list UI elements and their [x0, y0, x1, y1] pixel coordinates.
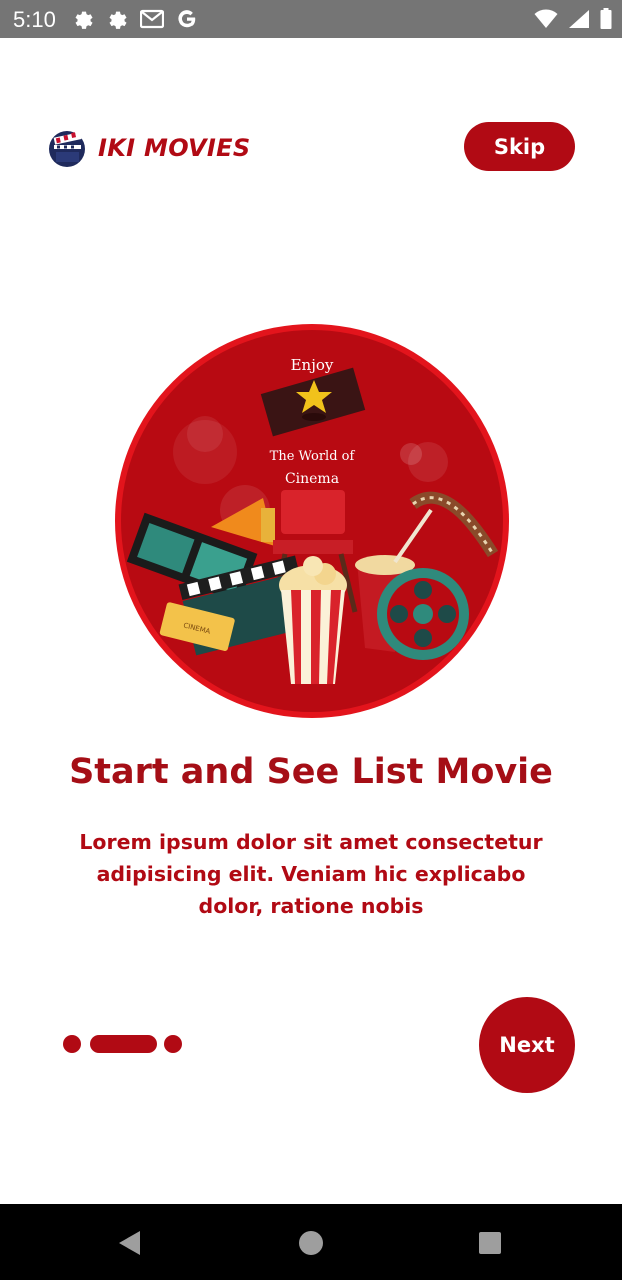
status-time: 5:10 [13, 7, 56, 32]
status-icons-right [534, 8, 612, 29]
clapperboard-icon [49, 131, 85, 167]
onboarding-title: Start and See List Movie [69, 752, 553, 792]
wifi-icon [534, 9, 558, 28]
back-icon[interactable] [118, 1230, 142, 1256]
skip-button[interactable]: Skip [464, 122, 575, 171]
navigation-bar [0, 1204, 622, 1280]
illustration-line3: Cinema [285, 471, 339, 487]
recents-icon[interactable] [478, 1230, 502, 1256]
next-button[interactable]: Next [479, 997, 575, 1093]
cinema-illustration: Enjoy The World of Cinema CINEMA [115, 324, 509, 718]
onboarding-description: Lorem ipsum dolor sit amet consectetur a… [79, 830, 543, 918]
battery-icon [600, 8, 612, 29]
illustration-line2: The World of [270, 449, 356, 464]
status-bar: 5:10 [0, 0, 622, 38]
page-dot-1 [63, 1035, 81, 1053]
app-logo: IKI MOVIES [48, 128, 250, 168]
page-dot-3 [164, 1035, 182, 1053]
gmail-icon [140, 9, 164, 29]
home-icon[interactable] [299, 1230, 323, 1256]
google-icon [178, 10, 196, 28]
app-name: IKI MOVIES [98, 134, 251, 162]
signal-icon [569, 9, 589, 28]
illustration-line1: Enjoy [291, 356, 334, 374]
status-icons-left [72, 8, 198, 30]
settings-icon [109, 11, 127, 29]
page-dot-2-active [90, 1035, 157, 1053]
settings-icon [75, 11, 93, 29]
